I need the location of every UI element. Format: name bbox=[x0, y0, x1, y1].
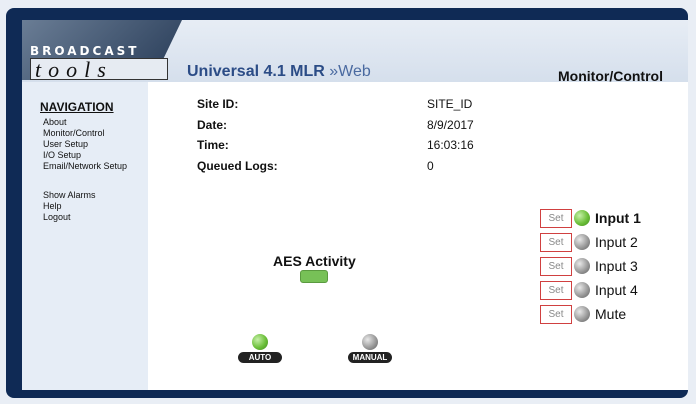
mute-led bbox=[574, 306, 590, 322]
site-id-label: Site ID: bbox=[197, 97, 239, 111]
input-2-led bbox=[574, 234, 590, 250]
sidebar-item-monitor-control[interactable]: Monitor/Control bbox=[43, 128, 105, 138]
sidebar-item-logout[interactable]: Logout bbox=[43, 212, 71, 222]
logo-top-text: BROADCAST bbox=[30, 44, 140, 58]
site-id-value: SITE_ID bbox=[427, 97, 473, 111]
aes-activity-label: AES Activity bbox=[273, 253, 356, 269]
input-3-label: Input 3 bbox=[595, 258, 638, 274]
mute-label: Mute bbox=[595, 306, 627, 322]
auto-mode-label: AUTO bbox=[238, 352, 282, 363]
sidebar-item-show-alarms[interactable]: Show Alarms bbox=[43, 190, 96, 200]
input-1-label: Input 1 bbox=[595, 210, 641, 226]
sidebar-item-about[interactable]: About bbox=[43, 117, 67, 127]
manual-mode-label: MANUAL bbox=[348, 352, 392, 363]
app-frame: BROADCAST tools Universal 4.1 MLR »Web M… bbox=[6, 8, 688, 398]
sidebar-item-help[interactable]: Help bbox=[43, 201, 62, 211]
date-label: Date: bbox=[197, 118, 228, 132]
auto-mode-button[interactable] bbox=[252, 334, 268, 350]
sidebar-item-user-setup[interactable]: User Setup bbox=[43, 139, 88, 149]
sidebar: NAVIGATION About Monitor/Control User Se… bbox=[22, 82, 148, 390]
app-title-main: Universal 4.1 MLR bbox=[187, 63, 325, 80]
input-2-label: Input 2 bbox=[595, 234, 638, 250]
manual-mode-button[interactable] bbox=[362, 334, 378, 350]
input-1-led bbox=[574, 210, 590, 226]
logo: BROADCAST tools bbox=[30, 28, 180, 81]
input-4-led bbox=[574, 282, 590, 298]
header: BROADCAST tools Universal 4.1 MLR »Web M… bbox=[22, 20, 688, 84]
sidebar-item-io-setup[interactable]: I/O Setup bbox=[43, 150, 81, 160]
set-input-2-button[interactable]: Set bbox=[540, 233, 572, 252]
logo-bottom-text: tools bbox=[30, 58, 168, 81]
aes-activity-led bbox=[300, 270, 328, 283]
queued-logs-value: 0 bbox=[427, 159, 434, 173]
time-label: Time: bbox=[197, 138, 229, 152]
navigation-heading: NAVIGATION bbox=[40, 100, 114, 114]
sidebar-item-email-network-setup[interactable]: Email/Network Setup bbox=[43, 161, 127, 171]
page-title: Monitor/Control bbox=[558, 68, 663, 84]
time-value: 16:03:16 bbox=[427, 138, 474, 152]
app-inner: BROADCAST tools Universal 4.1 MLR »Web M… bbox=[22, 20, 688, 390]
set-input-1-button[interactable]: Set bbox=[540, 209, 572, 228]
date-value: 8/9/2017 bbox=[427, 118, 474, 132]
app-title-suffix: »Web bbox=[329, 63, 371, 80]
input-4-label: Input 4 bbox=[595, 282, 638, 298]
app-title: Universal 4.1 MLR »Web bbox=[187, 63, 371, 81]
set-input-4-button[interactable]: Set bbox=[540, 281, 572, 300]
input-3-led bbox=[574, 258, 590, 274]
set-mute-button[interactable]: Set bbox=[540, 305, 572, 324]
queued-logs-label: Queued Logs: bbox=[197, 159, 278, 173]
set-input-3-button[interactable]: Set bbox=[540, 257, 572, 276]
